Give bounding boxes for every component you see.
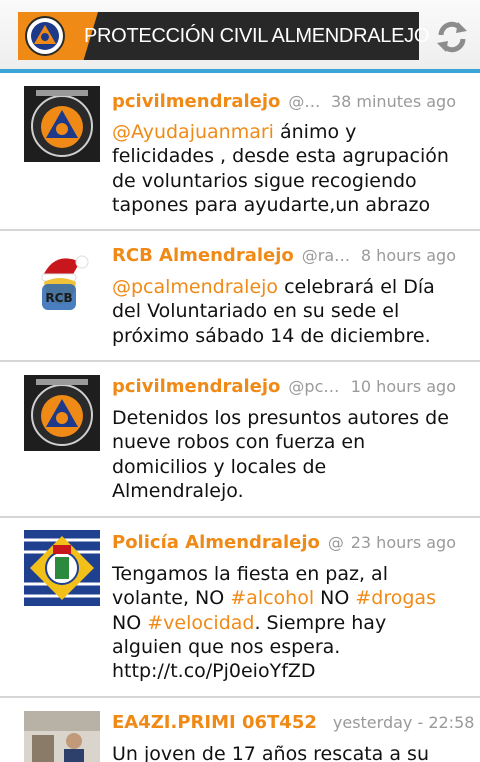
author-name[interactable]: pcivilmendralejo: [112, 376, 280, 397]
tweet-item[interactable]: EA4ZI.PRIMI 06T452 yesterday - 22:58 Un …: [0, 698, 480, 762]
text-segment: NO: [314, 587, 356, 610]
tweet-text: Detenidos los presuntos autores de nueve…: [112, 406, 458, 503]
timestamp: 8 hours ago: [360, 246, 456, 265]
author-handle[interactable]: @radiocb: [302, 246, 353, 265]
tweet-item[interactable]: RCB RCB Almendralejo @radiocb 8 hours ag…: [0, 231, 480, 362]
mention-link[interactable]: @Ayudajuanmari: [112, 121, 274, 143]
author-handle[interactable]: @policia: [328, 533, 343, 552]
tweet-item[interactable]: pcivilmendralejo @pcalmendralejo 38 minu…: [0, 73, 480, 231]
tweet-text: @pcalmendralejo celebrará el Día del Vol…: [112, 275, 458, 348]
timestamp: 23 hours ago: [350, 533, 456, 552]
tweet-item[interactable]: pcivilmendralejo @pcalmendralejo 10 hour…: [0, 362, 480, 518]
tweet-text: Un joven de 17 años rescata a su: [112, 742, 458, 762]
avatar: [24, 711, 100, 762]
tweet-text: @Ayudajuanmari ánimo y felicidades , des…: [112, 120, 458, 217]
timestamp: yesterday - 22:58: [332, 713, 475, 732]
app-banner: PROTECCIÓN CIVIL ALMENDRALEJO: [18, 12, 430, 60]
action-bar: PROTECCIÓN CIVIL ALMENDRALEJO: [0, 0, 480, 73]
refresh-icon: [437, 21, 467, 53]
avatar: [24, 530, 100, 606]
timestamp: 10 hours ago: [350, 377, 456, 396]
app-title: PROTECCIÓN CIVIL ALMENDRALEJO: [84, 24, 430, 47]
avatar: RCB: [24, 244, 100, 320]
avatar: [24, 375, 100, 451]
tweet-header: EA4ZI.PRIMI 06T452 yesterday - 22:58: [112, 712, 474, 740]
tweet-item[interactable]: Policía Almendralejo @policia 23 hours a…: [0, 518, 480, 698]
text-segment: Detenidos los presuntos autores de nueve…: [112, 407, 449, 502]
author-handle[interactable]: @pcalmendralejo: [288, 377, 342, 396]
text-segment: NO: [112, 611, 148, 634]
hashtag-link[interactable]: #drogas: [355, 587, 436, 609]
author-name[interactable]: EA4ZI.PRIMI 06T452: [112, 712, 317, 733]
hashtag-link[interactable]: #velocidad: [147, 612, 254, 634]
timestamp: 38 minutes ago: [330, 92, 456, 111]
tweet-header: pcivilmendralejo @pcalmendralejo 38 minu…: [112, 91, 456, 119]
tweet-header: RCB Almendralejo @radiocb 8 hours ago: [112, 245, 456, 273]
tweet-header: Policía Almendralejo @policia 23 hours a…: [112, 532, 456, 560]
text-segment: Un joven de 17 años rescata a su: [112, 743, 429, 762]
author-name[interactable]: pcivilmendralejo: [112, 91, 280, 112]
tweet-list[interactable]: pcivilmendralejo @pcalmendralejo 38 minu…: [0, 73, 480, 762]
svg-text:RCB: RCB: [45, 291, 72, 305]
avatar: [24, 86, 100, 162]
tweet-header: pcivilmendralejo @pcalmendralejo 10 hour…: [112, 376, 456, 404]
author-name[interactable]: Policía Almendralejo: [112, 532, 320, 553]
tweet-text: Tengamos la fiesta en paz, al volante, N…: [112, 562, 458, 683]
mention-link[interactable]: @pcalmendralejo: [112, 276, 278, 298]
author-handle[interactable]: @pcalmendralejo: [288, 92, 323, 111]
hashtag-link[interactable]: #alcohol: [230, 587, 314, 609]
refresh-button[interactable]: [432, 17, 472, 57]
author-name[interactable]: RCB Almendralejo: [112, 245, 294, 266]
